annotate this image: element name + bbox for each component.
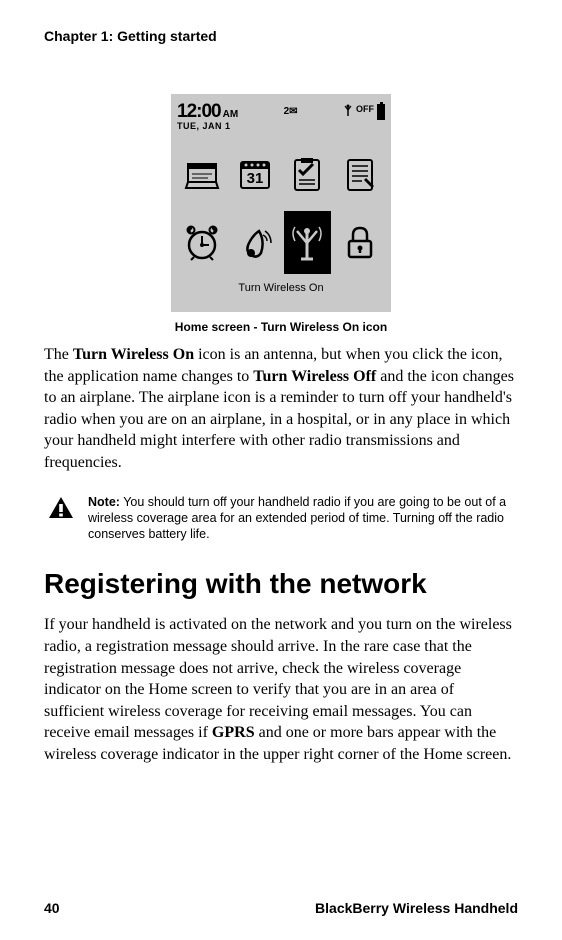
screenshot-caption: Home screen - Turn Wireless On icon <box>44 320 518 334</box>
device-screenshot: 12:00AM TUE, JAN 1 2✉ OFF 31 <box>44 94 518 312</box>
signal-status: OFF <box>356 104 374 114</box>
date-value: TUE, JAN 1 <box>177 122 238 131</box>
profiles-icon <box>232 211 279 274</box>
paragraph-registering: If your handheld is activated on the net… <box>44 614 518 765</box>
memo-icon <box>337 142 384 205</box>
warning-icon <box>48 494 74 543</box>
alarm-icon <box>179 211 226 274</box>
selected-app-label: Turn Wireless On <box>177 278 385 294</box>
antenna-icon <box>343 104 353 118</box>
time-value: 12:00 <box>177 101 221 122</box>
note-block: Note: You should turn off your handheld … <box>44 494 518 543</box>
paragraph-wireless-on: The Turn Wireless On icon is an antenna,… <box>44 344 518 474</box>
section-heading: Registering with the network <box>44 568 518 600</box>
bold-gprs: GPRS <box>212 724 255 741</box>
app-icon-grid: 31 <box>177 138 385 278</box>
chapter-header: Chapter 1: Getting started <box>44 28 518 44</box>
clock-block: 12:00AM TUE, JAN 1 <box>177 102 238 131</box>
note-body: You should turn off your handheld radio … <box>88 495 506 542</box>
signal-battery: OFF <box>343 102 385 120</box>
page-number: 40 <box>44 900 60 916</box>
message-indicator: 2✉ <box>284 102 298 117</box>
home-screen: 12:00AM TUE, JAN 1 2✉ OFF 31 <box>171 94 391 312</box>
lock-icon <box>337 211 384 274</box>
page-footer: 40 BlackBerry Wireless Handheld <box>44 900 518 916</box>
wireless-on-icon <box>284 211 331 274</box>
product-name: BlackBerry Wireless Handheld <box>315 900 518 916</box>
envelope-icon: ✉ <box>289 106 297 117</box>
calendar-icon: 31 <box>232 142 279 205</box>
text-fragment: The <box>44 346 73 363</box>
time-ampm: AM <box>223 109 239 120</box>
battery-icon <box>377 104 385 120</box>
bold-turn-wireless-on: Turn Wireless On <box>73 346 194 363</box>
messages-icon <box>179 142 226 205</box>
svg-text:31: 31 <box>246 170 263 187</box>
bold-turn-wireless-off: Turn Wireless Off <box>253 368 376 385</box>
note-text: Note: You should turn off your handheld … <box>88 494 518 543</box>
tasks-icon <box>284 142 331 205</box>
text-fragment: If your handheld is activated on the net… <box>44 616 512 741</box>
status-bar: 12:00AM TUE, JAN 1 2✉ OFF <box>177 100 385 138</box>
note-label: Note: <box>88 495 120 509</box>
